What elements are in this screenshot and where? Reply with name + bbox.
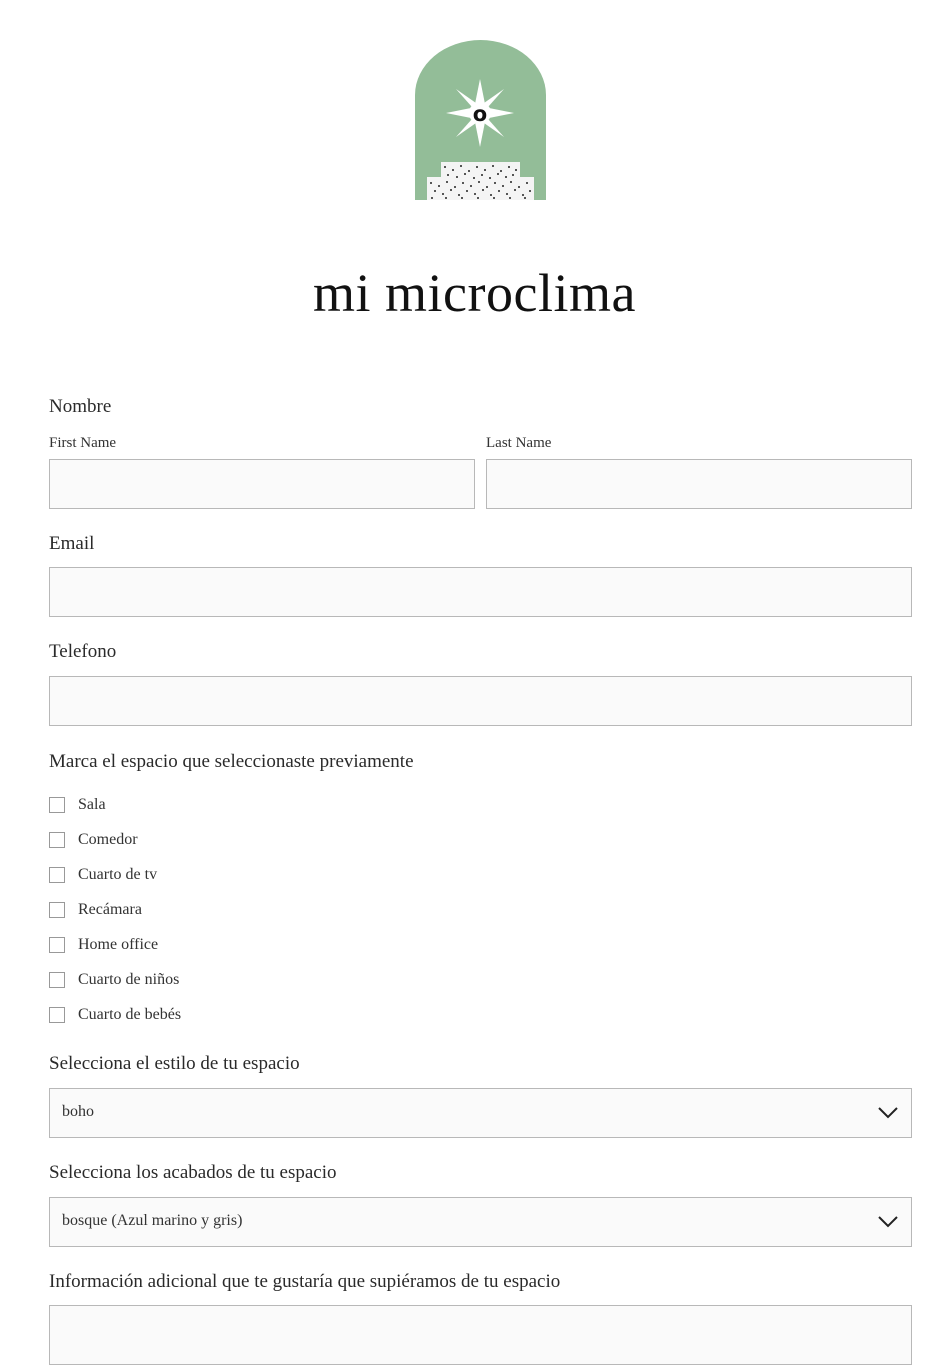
checkbox-cuarto-ninos[interactable]: Cuarto de niños xyxy=(49,970,179,990)
extra-info-field[interactable] xyxy=(49,1305,912,1365)
checkbox-label: Home office xyxy=(78,936,159,953)
checkbox-sala[interactable]: Sala xyxy=(49,795,106,815)
checkbox-comedor[interactable]: Comedor xyxy=(49,830,138,850)
checkbox-label: Sala xyxy=(78,796,106,813)
checkbox-box[interactable] xyxy=(49,867,65,883)
checkbox-label: Cuarto de tv xyxy=(78,866,158,883)
last-name-field[interactable] xyxy=(486,459,912,509)
finish-select[interactable]: bosque (Azul marino y gris) xyxy=(49,1197,912,1247)
checkbox-home-office[interactable]: Home office xyxy=(49,935,158,955)
logo: o xyxy=(415,40,546,201)
logo-letter: o xyxy=(473,102,487,126)
chevron-down-icon xyxy=(878,1216,898,1228)
extra-info-label: Información adicional que te gustaría qu… xyxy=(49,1271,561,1292)
checkbox-box[interactable] xyxy=(49,1007,65,1023)
finish-label: Selecciona los acabados de tu espacio xyxy=(49,1162,337,1183)
style-select-value: boho xyxy=(62,1103,94,1120)
style-select[interactable]: boho xyxy=(49,1088,912,1138)
finish-select-value: bosque (Azul marino y gris) xyxy=(62,1212,243,1229)
checkbox-label: Recámara xyxy=(78,901,142,918)
spaces-label: Marca el espacio que seleccionaste previ… xyxy=(49,751,414,772)
brand-title: mi microclima xyxy=(313,263,636,323)
checkbox-box[interactable] xyxy=(49,902,65,918)
email-label: Email xyxy=(49,533,95,554)
checkbox-label: Comedor xyxy=(78,831,138,848)
checkbox-cuarto-tv[interactable]: Cuarto de tv xyxy=(49,865,157,885)
chevron-down-icon xyxy=(878,1107,898,1119)
checkbox-box[interactable] xyxy=(49,937,65,953)
style-label: Selecciona el estilo de tu espacio xyxy=(49,1053,300,1074)
checkbox-box[interactable] xyxy=(49,832,65,848)
checkbox-box[interactable] xyxy=(49,797,65,813)
phone-field[interactable] xyxy=(49,676,912,726)
name-label: Nombre xyxy=(49,396,112,417)
email-field[interactable] xyxy=(49,567,912,617)
first-name-field[interactable] xyxy=(49,459,475,509)
checkbox-box[interactable] xyxy=(49,972,65,988)
last-name-label: Last Name xyxy=(486,435,552,451)
checkbox-label: Cuarto de niños xyxy=(78,971,180,988)
checkbox-label: Cuarto de bebés xyxy=(78,1006,182,1023)
first-name-label: First Name xyxy=(49,435,117,451)
checkbox-recamara[interactable]: Recámara xyxy=(49,900,142,920)
checkbox-cuarto-bebes[interactable]: Cuarto de bebés xyxy=(49,1005,181,1025)
phone-label: Telefono xyxy=(49,641,117,662)
